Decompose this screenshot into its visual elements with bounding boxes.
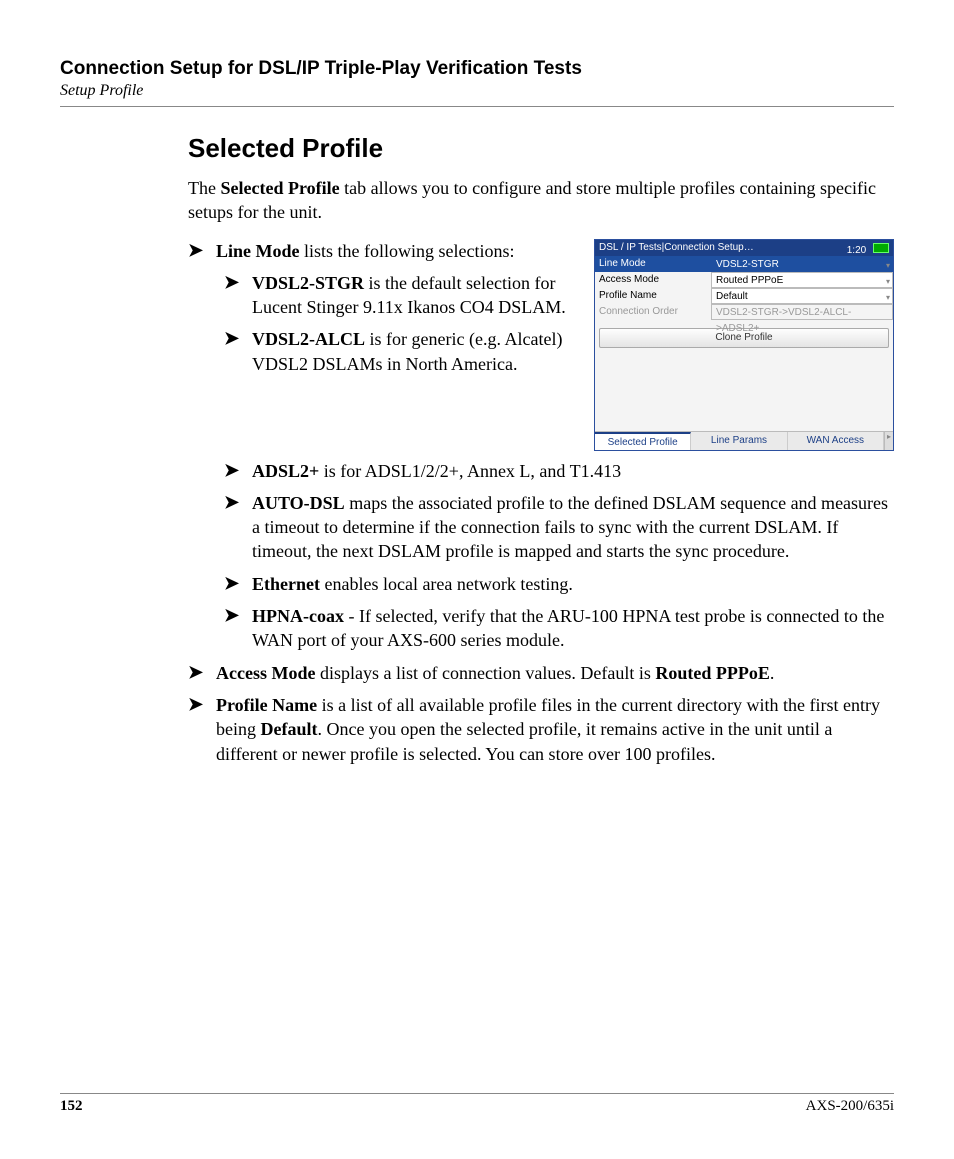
term: Access Mode (216, 663, 315, 683)
bullet-text: Profile Name is a list of all available … (216, 693, 894, 766)
intro-paragraph: The Selected Profile tab allows you to c… (188, 176, 894, 225)
term2: Routed PPPoE (655, 663, 770, 683)
rest: - If selected, verify that the ARU-100 H… (252, 606, 884, 650)
row-profile-name[interactable]: Profile Name Default▾ (595, 288, 893, 304)
term: ADSL2+ (252, 461, 319, 481)
chapter-subtitle: Setup Profile (60, 82, 894, 100)
tab-selected-profile[interactable]: Selected Profile (595, 432, 691, 450)
device-titlebar: DSL / IP Tests|Connection Setup… 1:20 (595, 240, 893, 256)
body-column: The Selected Profile tab allows you to c… (188, 176, 894, 766)
label-access-mode: Access Mode (595, 272, 711, 288)
tab-scroll-indicator[interactable]: ▸ (884, 432, 893, 450)
bullet-vdsl2-alcl: ➤ VDSL2-ALCL is for generic (e.g. Alcate… (188, 327, 584, 376)
term: VDSL2-STGR (252, 273, 364, 293)
bullet-text: VDSL2-ALCL is for generic (e.g. Alcatel)… (252, 327, 584, 376)
document-page: Connection Setup for DSL/IP Triple-Play … (0, 0, 954, 1159)
bullet-text: Access Mode displays a list of connectio… (216, 661, 894, 685)
value-line-mode-text: VDSL2-STGR (716, 259, 779, 270)
tab-wan-access[interactable]: WAN Access (788, 432, 884, 450)
bullet-auto-dsl: ➤ AUTO-DSL maps the associated profile t… (188, 491, 894, 564)
rest: maps the associated profile to the defin… (252, 493, 888, 562)
arrow-icon: ➤ (188, 693, 216, 766)
header-divider (60, 106, 894, 107)
term: Ethernet (252, 574, 320, 594)
intro-term: Selected Profile (220, 178, 339, 198)
arrow-icon: ➤ (224, 327, 252, 376)
bullet-adsl2plus: ➤ ADSL2+ is for ADSL1/2/2+, Annex L, and… (188, 459, 894, 483)
bullet-ethernet: ➤ Ethernet enables local area network te… (188, 572, 894, 596)
term: AUTO-DSL (252, 493, 345, 513)
page-footer: 152 AXS-200/635i (60, 1093, 894, 1115)
device-tab-bar: Selected Profile Line Params WAN Access … (595, 431, 893, 450)
rest: enables local area network testing. (320, 574, 573, 594)
device-title-text: DSL / IP Tests|Connection Setup… (599, 240, 754, 256)
bullet-text: Line Mode lists the following selections… (216, 239, 584, 263)
rest: lists the following selections: (300, 241, 515, 261)
value-access-mode[interactable]: Routed PPPoE▾ (711, 272, 893, 288)
term: VDSL2-ALCL (252, 329, 365, 349)
chapter-title: Connection Setup for DSL/IP Triple-Play … (60, 58, 894, 80)
rest: is for ADSL1/2/2+, Annex L, and T1.413 (319, 461, 621, 481)
mid: displays a list of connection values. De… (315, 663, 655, 683)
bullet-profile-name: ➤ Profile Name is a list of all availabl… (188, 693, 894, 766)
bullet-access-mode: ➤ Access Mode displays a list of connect… (188, 661, 894, 685)
label-line-mode: Line Mode (595, 256, 711, 272)
arrow-icon: ➤ (188, 239, 216, 263)
term: Line Mode (216, 241, 300, 261)
value-profile-name[interactable]: Default▾ (711, 288, 893, 304)
term2: Default (261, 719, 318, 739)
value-line-mode[interactable]: VDSL2-STGR▾ (711, 256, 893, 272)
section-title: Selected Profile (188, 133, 894, 164)
chevron-right-icon: ▸ (885, 432, 893, 443)
value-connection-order: VDSL2-STGR->VDSL2-ALCL->ADSL2+ (711, 304, 893, 320)
row-access-mode[interactable]: Access Mode Routed PPPoE▾ (595, 272, 893, 288)
row-line-mode[interactable]: Line Mode VDSL2-STGR▾ (595, 256, 893, 272)
footer-divider (60, 1093, 894, 1094)
arrow-icon: ➤ (224, 271, 252, 320)
tab-line-params[interactable]: Line Params (691, 432, 787, 450)
label-connection-order: Connection Order (595, 304, 711, 320)
bullet-text: ADSL2+ is for ADSL1/2/2+, Annex L, and T… (252, 459, 894, 483)
product-model: AXS-200/635i (806, 1098, 894, 1115)
float-wrap: DSL / IP Tests|Connection Setup… 1:20 Li… (188, 239, 894, 459)
arrow-icon: ➤ (188, 661, 216, 685)
device-clock: 1:20 (847, 245, 866, 256)
arrow-icon: ➤ (224, 572, 252, 596)
device-screenshot: DSL / IP Tests|Connection Setup… 1:20 Li… (594, 239, 894, 451)
intro-prefix: The (188, 178, 220, 198)
bullet-text: HPNA-coax - If selected, verify that the… (252, 604, 894, 653)
page-number: 152 (60, 1098, 83, 1115)
arrow-icon: ➤ (224, 459, 252, 483)
row-connection-order: Connection Order VDSL2-STGR->VDSL2-ALCL-… (595, 304, 893, 320)
value-access-mode-text: Routed PPPoE (716, 275, 783, 286)
battery-icon (873, 243, 889, 253)
device-title-right: 1:20 (847, 240, 889, 256)
bullet-text: Ethernet enables local area network test… (252, 572, 894, 596)
term: Profile Name (216, 695, 317, 715)
bullet-vdsl2-stgr: ➤ VDSL2-STGR is the default selection fo… (188, 271, 584, 320)
bullet-text: AUTO-DSL maps the associated profile to … (252, 491, 894, 564)
end: . (770, 663, 775, 683)
value-profile-name-text: Default (716, 291, 748, 302)
bullet-text: VDSL2-STGR is the default selection for … (252, 271, 584, 320)
bullet-hpna-coax: ➤ HPNA-coax - If selected, verify that t… (188, 604, 894, 653)
label-profile-name: Profile Name (595, 288, 711, 304)
arrow-icon: ➤ (224, 491, 252, 564)
term: HPNA-coax (252, 606, 344, 626)
arrow-icon: ➤ (224, 604, 252, 653)
bullet-line-mode: ➤ Line Mode lists the following selectio… (188, 239, 584, 263)
